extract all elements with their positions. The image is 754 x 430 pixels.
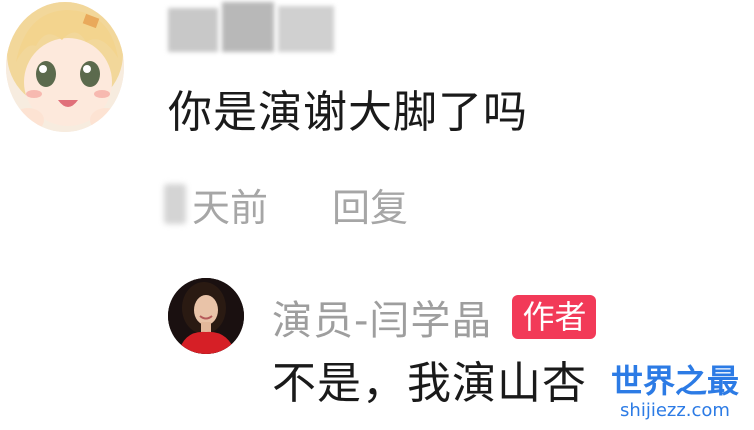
comment-text: 你是演谢大脚了吗 — [168, 87, 528, 138]
blurred-username — [160, 0, 340, 54]
reply-text: 不是，我演山杏 — [272, 358, 587, 409]
watermark-title: 世界之最 — [610, 362, 739, 400]
blurred-day-count — [164, 184, 186, 224]
author-avatar[interactable] — [168, 278, 244, 354]
commenter-avatar[interactable] — [6, 2, 124, 132]
watermark: 世界之最 shijiezz.com — [604, 362, 746, 428]
woman-red-dress-avatar-icon — [168, 278, 244, 354]
anime-girl-avatar-icon — [6, 2, 124, 132]
comment-meta: 天前 回复 — [164, 178, 408, 230]
comment-time: 天前 — [192, 185, 269, 230]
reply-header: 演员-闫学晶 作者 — [272, 288, 597, 346]
author-badge: 作者 — [512, 295, 597, 339]
reply-button[interactable]: 回复 — [332, 177, 408, 232]
author-name[interactable]: 演员-闫学晶 — [272, 288, 492, 346]
watermark-url: shijiezz.com — [620, 400, 730, 421]
